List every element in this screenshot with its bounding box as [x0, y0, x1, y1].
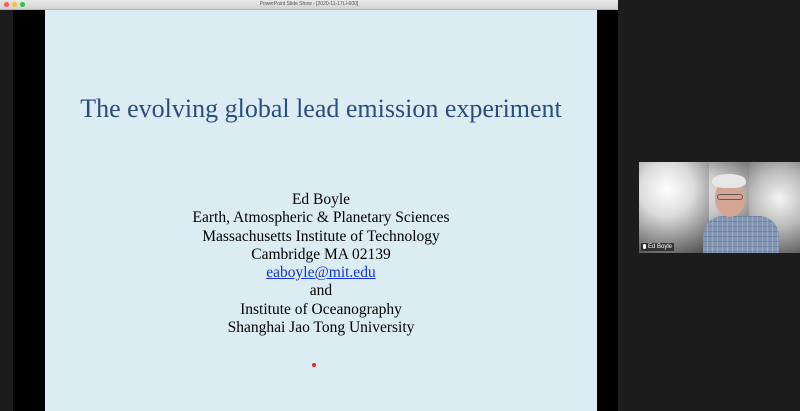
slide-show-stage: The evolving global lead emission experi…: [13, 10, 618, 411]
affiliation-line: Earth, Atmospheric & Planetary Sciences: [192, 209, 450, 227]
affiliation-line: Massachusetts Institute of Technology: [202, 227, 440, 245]
window-title: PowerPoint Slide Show - [2020-11-17LI-60…: [259, 1, 359, 7]
author-block: Ed Boyle Earth, Atmospheric & Planetary …: [45, 191, 597, 337]
author-name: Ed Boyle: [291, 191, 351, 208]
email-link[interactable]: eaboyle@mit.edu: [266, 264, 375, 281]
participant-video-tile[interactable]: Ed Boyle: [639, 162, 800, 253]
slide[interactable]: The evolving global lead emission experi…: [45, 10, 597, 411]
person-shirt: [703, 216, 779, 253]
laser-pointer-icon: [312, 363, 316, 367]
affiliation-line: Cambridge MA 02139: [251, 245, 391, 263]
participant-video-person: [703, 172, 783, 253]
slide-title: The evolving global lead emission experi…: [80, 94, 562, 123]
participant-name-tag: Ed Boyle: [641, 243, 675, 251]
microphone-icon: [643, 244, 646, 249]
snowy-tree-background: [639, 162, 709, 253]
conjunction-text: and: [309, 282, 333, 300]
person-hair: [712, 174, 746, 188]
second-affiliation-line: Shanghai Jao Tong University: [227, 319, 415, 337]
window-titlebar: PowerPoint Slide Show - [2020-11-17LI-60…: [0, 0, 618, 10]
person-glasses: [717, 194, 743, 200]
participant-name: Ed Boyle: [648, 244, 673, 250]
second-affiliation-line: Institute of Oceanography: [240, 300, 402, 318]
